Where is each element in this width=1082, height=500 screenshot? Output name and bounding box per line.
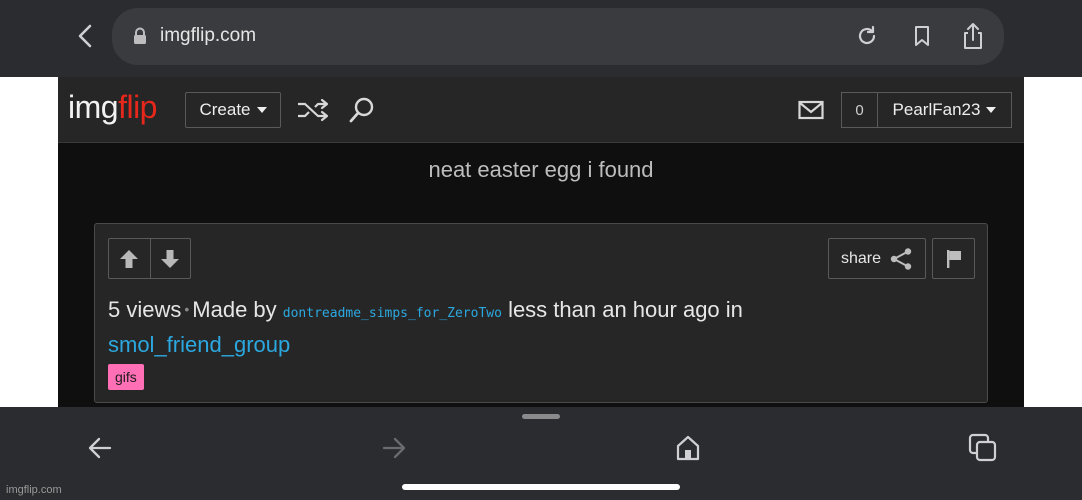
logo-text-flip: flip [118, 89, 157, 125]
view-count: 5 views [108, 297, 182, 322]
tag-badge[interactable]: gifs [108, 364, 144, 390]
browser-bottom-toolbar: imgflip.com [0, 407, 1082, 500]
made-by-label: Made by [192, 297, 277, 322]
tabs-icon[interactable] [968, 433, 998, 463]
stream-link[interactable]: smol_friend_group [108, 332, 290, 357]
share-icon[interactable] [960, 22, 986, 50]
notification-count[interactable]: 0 [841, 92, 877, 128]
site-nav: imgflip Create 0 PearlFan23 [58, 77, 1024, 143]
browser-top-bar: imgflip.com [0, 0, 1082, 77]
search-icon[interactable] [348, 96, 376, 124]
author-link[interactable]: dontreadme_simps_for_ZeroTwo [283, 306, 502, 321]
forward-arrow-icon[interactable] [380, 435, 408, 461]
drag-handle[interactable] [522, 414, 560, 419]
share-button[interactable]: share [828, 238, 926, 279]
shuffle-icon[interactable] [296, 98, 330, 122]
mail-icon[interactable] [798, 100, 824, 120]
bookmark-icon[interactable] [910, 24, 934, 48]
flag-icon [946, 249, 961, 268]
upvote-button[interactable] [109, 239, 150, 278]
create-label: Create [199, 100, 251, 119]
vote-buttons [108, 238, 191, 279]
watermark: imgflip.com [6, 484, 62, 496]
create-button[interactable]: Create [185, 92, 281, 128]
share-nodes-icon [890, 247, 912, 270]
back-arrow-icon[interactable] [86, 435, 114, 461]
post-info-card: share 5 views • Made by dontreadme_simps_f… [94, 223, 988, 403]
share-label: share [840, 249, 882, 267]
arrow-up-icon [120, 249, 139, 268]
imgflip-page: imgflip Create 0 PearlFan23 neat easter … [58, 77, 1024, 407]
meta-separator: • [184, 301, 190, 317]
chevron-left-icon[interactable] [72, 22, 100, 50]
user-menu-button[interactable]: PearlFan23 [877, 92, 1012, 128]
downvote-button[interactable] [149, 239, 191, 278]
post-title: neat easter egg i found [428, 157, 654, 182]
reload-icon[interactable] [855, 24, 879, 48]
logo-text-img: img [68, 89, 119, 125]
flag-button[interactable] [932, 238, 975, 279]
post-meta: 5 views • Made by dontreadme_simps_for_Zer… [108, 294, 978, 360]
post-time: less than an hour ago in [508, 297, 743, 322]
url-text: imgflip.com [160, 25, 257, 46]
screen: imgflip.com imgflip Create 0 PearlFan23 … [0, 0, 1082, 500]
username-label: PearlFan23 [892, 100, 981, 119]
home-indicator[interactable] [402, 484, 680, 490]
home-icon[interactable] [675, 434, 701, 462]
caret-down-icon [986, 107, 997, 113]
imgflip-logo[interactable]: imgflip [68, 89, 157, 126]
lock-icon [134, 27, 146, 44]
arrow-down-icon [161, 249, 180, 268]
caret-down-icon [256, 107, 267, 113]
address-bar[interactable]: imgflip.com [112, 8, 1004, 65]
